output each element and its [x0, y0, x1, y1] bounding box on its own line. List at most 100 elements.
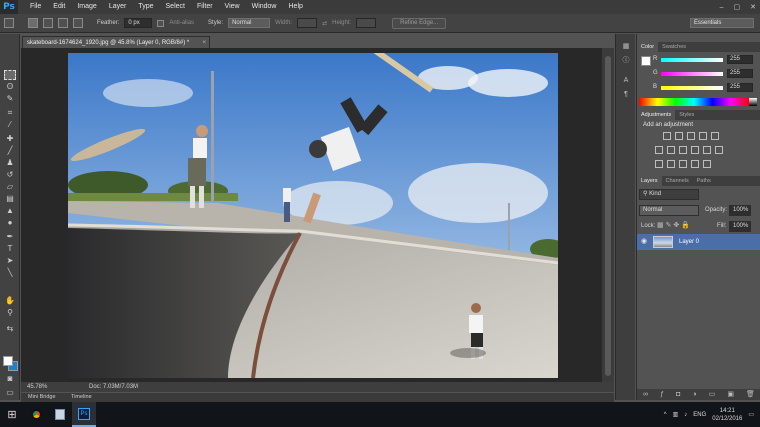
language-indicator[interactable]: ENG	[693, 412, 706, 418]
width-input[interactable]	[297, 18, 318, 28]
maximize-icon[interactable]: ▢	[734, 3, 741, 11]
menu-file[interactable]: File	[24, 0, 47, 14]
volume-icon[interactable]: ♪	[684, 412, 687, 418]
levels-icon[interactable]	[675, 132, 683, 140]
gradient-map-icon[interactable]	[691, 160, 699, 168]
green-value[interactable]: 255	[727, 69, 753, 78]
intersect-selection-icon[interactable]	[73, 18, 83, 28]
tab-adjustments[interactable]: Adjustments	[637, 110, 676, 120]
style-dropdown[interactable]: Normal	[228, 18, 271, 28]
threshold-icon[interactable]	[679, 160, 687, 168]
zoom-level[interactable]: 45.78%	[27, 382, 47, 392]
new-selection-icon[interactable]	[28, 18, 38, 28]
workspace-dropdown[interactable]: Essentials	[690, 18, 754, 28]
vertical-scrollbar[interactable]	[602, 48, 614, 382]
document-size[interactable]: Doc: 7.03M/7.03M	[89, 382, 138, 392]
feather-input[interactable]: 0 px	[124, 18, 153, 28]
hand-tool-icon[interactable]: ✋	[4, 296, 16, 306]
opacity-input[interactable]: 100%	[729, 205, 751, 216]
tab-paths[interactable]: Paths	[693, 176, 715, 186]
file-explorer-icon[interactable]	[48, 402, 72, 427]
photoshop-taskbar-icon[interactable]: Ps	[72, 402, 96, 427]
clock[interactable]: 14:21 02/12/2016	[712, 407, 742, 423]
menu-edit[interactable]: Edit	[47, 0, 71, 14]
curves-icon[interactable]	[687, 132, 695, 140]
antialias-checkbox[interactable]	[157, 19, 165, 27]
group-icon[interactable]: ▭	[709, 389, 716, 400]
green-track[interactable]	[661, 72, 723, 76]
grayscale-ramp[interactable]	[749, 98, 757, 106]
rect-marquee-tool-icon[interactable]	[4, 70, 16, 80]
menu-filter[interactable]: Filter	[191, 0, 219, 14]
subtract-selection-icon[interactable]	[58, 18, 68, 28]
menu-layer[interactable]: Layer	[103, 0, 133, 14]
close-icon[interactable]: ✕	[750, 3, 756, 11]
refine-edge-button[interactable]: Refine Edge...	[392, 17, 447, 29]
selective-color-icon[interactable]	[703, 160, 711, 168]
foreground-color-swatch[interactable]	[3, 356, 13, 366]
black-white-icon[interactable]	[679, 146, 687, 154]
path-select-tool-icon[interactable]: ➤	[4, 256, 16, 266]
menu-help[interactable]: Help	[283, 0, 309, 14]
green-slider[interactable]: G 255	[643, 69, 753, 78]
red-slider[interactable]: R 255	[643, 55, 753, 64]
notification-icon[interactable]: ▭	[748, 411, 754, 418]
chrome-icon[interactable]	[24, 402, 48, 427]
info-panel-icon[interactable]: ⓘ	[620, 56, 632, 66]
paragraph-panel-icon[interactable]: ¶	[620, 90, 632, 100]
fill-input[interactable]: 100%	[729, 221, 751, 232]
shape-tool-icon[interactable]: ╲	[4, 268, 16, 278]
network-icon[interactable]: ▥	[673, 411, 679, 418]
menu-view[interactable]: View	[219, 0, 246, 14]
tab-mini-bridge[interactable]: Mini Bridge	[21, 394, 63, 400]
brush-tool-icon[interactable]: ╱	[4, 146, 16, 156]
menu-window[interactable]: Window	[246, 0, 283, 14]
blue-track[interactable]	[661, 86, 723, 90]
screen-mode-icon[interactable]: ▭	[4, 388, 16, 398]
add-selection-icon[interactable]	[43, 18, 53, 28]
layer-filter-dropdown[interactable]: ⚲ Kind	[639, 189, 699, 200]
red-track[interactable]	[661, 58, 723, 62]
character-panel-icon[interactable]: A	[620, 76, 632, 86]
zoom-tool-icon[interactable]: ⚲	[4, 308, 16, 318]
color-lookup-icon[interactable]	[715, 146, 723, 154]
swap-icon[interactable]: ⇄	[322, 20, 327, 27]
tab-color[interactable]: Color	[637, 42, 659, 52]
quick-mask-icon[interactable]: ◙	[4, 374, 16, 384]
link-icon[interactable]: ∞	[643, 389, 648, 400]
crop-tool-icon[interactable]: ⌗	[4, 108, 16, 118]
swap-colors-icon[interactable]: ⇆	[4, 324, 16, 334]
minimize-icon[interactable]: –	[720, 4, 724, 11]
tab-channels[interactable]: Channels	[662, 176, 693, 186]
trash-icon[interactable]: 🗑	[746, 389, 755, 400]
scroll-thumb[interactable]	[605, 56, 611, 376]
blend-mode-dropdown[interactable]: Normal	[639, 205, 699, 216]
lock-icons[interactable]: ▦ ✎ ✥ 🔒	[657, 221, 690, 229]
channel-mixer-icon[interactable]	[703, 146, 711, 154]
posterize-icon[interactable]	[667, 160, 675, 168]
tab-styles[interactable]: Styles	[675, 110, 698, 120]
menu-image[interactable]: Image	[71, 0, 102, 14]
skateboard-photo[interactable]	[68, 53, 558, 378]
layer-row[interactable]: ◉ Layer 0	[637, 234, 760, 250]
layer-name[interactable]: Layer 0	[679, 234, 699, 250]
quick-select-tool-icon[interactable]: ✎	[4, 94, 16, 104]
tab-layers[interactable]: Layers	[637, 176, 662, 186]
color-balance-icon[interactable]	[667, 146, 675, 154]
height-input[interactable]	[356, 18, 377, 28]
photo-filter-icon[interactable]	[691, 146, 699, 154]
tab-swatches[interactable]: Swatches	[658, 42, 690, 52]
pen-tool-icon[interactable]: ✒	[4, 232, 16, 242]
new-layer-icon[interactable]: ▣	[727, 389, 734, 400]
exposure-icon[interactable]	[699, 132, 707, 140]
blue-slider[interactable]: B 255	[643, 83, 753, 92]
history-brush-tool-icon[interactable]: ↺	[4, 170, 16, 180]
marquee-preset-icon[interactable]	[4, 18, 14, 28]
menu-type[interactable]: Type	[132, 0, 159, 14]
type-tool-icon[interactable]: T	[4, 244, 16, 254]
tray-chevron-icon[interactable]: ^	[664, 412, 667, 418]
dodge-tool-icon[interactable]: ●	[4, 218, 16, 228]
eraser-tool-icon[interactable]: ▱	[4, 182, 16, 192]
healing-brush-tool-icon[interactable]: ✚	[4, 134, 16, 144]
lasso-tool-icon[interactable]: ʘ	[4, 82, 16, 92]
